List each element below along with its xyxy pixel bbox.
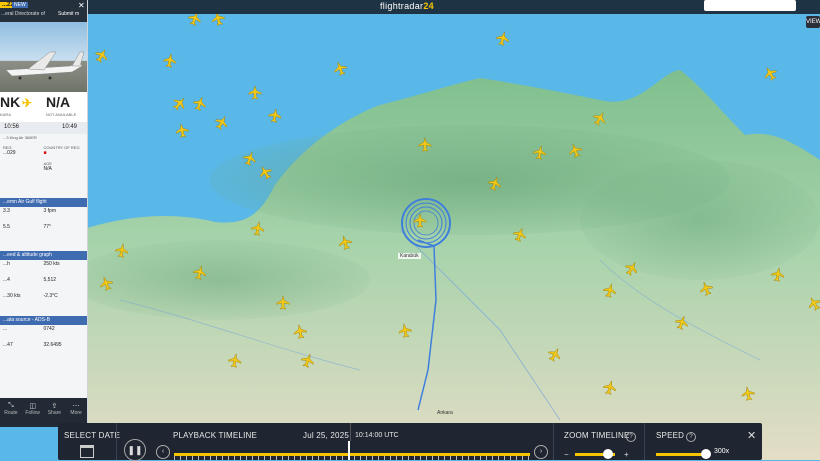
departure-time: 10:56 bbox=[4, 124, 20, 130]
submit-link[interactable]: Submit m bbox=[58, 11, 79, 17]
timeline-track[interactable] bbox=[174, 453, 530, 456]
arrival-time: 10:49 bbox=[62, 124, 78, 130]
operator-name: ...eral Directorate of bbox=[1, 11, 45, 17]
kv-row-1: 3.3 3 fpm bbox=[3, 208, 57, 214]
help-icon[interactable]: ? bbox=[626, 432, 636, 442]
playback-time: 10:14:00 UTC bbox=[355, 432, 399, 439]
divider bbox=[644, 423, 645, 460]
origin-code: NK bbox=[0, 94, 21, 110]
search-input[interactable] bbox=[704, 0, 796, 11]
speed-value: 300x bbox=[714, 448, 730, 455]
timeline-ticks bbox=[174, 456, 530, 460]
timeline-cursor[interactable] bbox=[348, 441, 351, 460]
registration-row: REG ...029 COUNTRY OF REG ■ bbox=[3, 145, 80, 156]
playback-bar: SELECT DATE ❚❚ PLAYBACK TIMELINE Jul 25,… bbox=[58, 423, 762, 461]
city-label-center: Karabük bbox=[398, 253, 421, 259]
brand-logo[interactable]: flightradar24 bbox=[380, 1, 434, 11]
footer-follow-button[interactable]: ◫ Follow bbox=[22, 398, 44, 427]
flight-times: 10:56 10:49 bbox=[0, 122, 87, 134]
airplane-icon: ✈ bbox=[22, 96, 33, 110]
section-data-source[interactable]: ...ata source - ADS-B bbox=[0, 316, 87, 325]
footer-route-button[interactable]: ⤡ Route bbox=[0, 398, 22, 427]
origin-name: KARA bbox=[0, 112, 11, 117]
zoom-out-icon[interactable]: − bbox=[564, 450, 569, 459]
divider bbox=[116, 423, 117, 460]
section-speed-altitude[interactable]: ...eed & altitude graph bbox=[0, 251, 87, 260]
speed-knob[interactable] bbox=[701, 449, 711, 459]
pause-button[interactable]: ❚❚ bbox=[124, 439, 146, 461]
timeline-next-icon[interactable]: › bbox=[534, 445, 548, 459]
destination-name: NOT AVAILABLE bbox=[46, 112, 77, 117]
help-icon[interactable]: ? bbox=[686, 432, 696, 442]
map-view[interactable] bbox=[0, 0, 820, 460]
aircraft-photo[interactable] bbox=[0, 22, 87, 92]
close-icon[interactable]: ✕ bbox=[78, 1, 85, 10]
calendar-icon[interactable] bbox=[80, 445, 94, 458]
zoom-knob[interactable] bbox=[603, 449, 613, 459]
age-row: AGE N/A bbox=[43, 161, 52, 172]
new-badge: NEW bbox=[12, 2, 28, 8]
kv-row-4: ...4 5,512 bbox=[3, 277, 57, 283]
route-summary: NK ✈ N/A KARA NOT AVAILABLE bbox=[0, 92, 87, 122]
speed-label: SPEED bbox=[656, 431, 685, 440]
zoom-timeline-label: ZOOM TIMELINE bbox=[564, 431, 630, 440]
select-date-label: SELECT DATE bbox=[64, 431, 121, 440]
flight-info-panel: ...22 NEW ...eral Directorate of Submit … bbox=[0, 0, 88, 427]
destination-code: N/A bbox=[46, 94, 71, 110]
view-button[interactable]: VIEW bbox=[806, 16, 820, 28]
panel-header: ...22 NEW ...eral Directorate of Submit … bbox=[0, 0, 87, 22]
section-flight[interactable]: ...emn Air Gulf flight bbox=[0, 198, 87, 207]
playback-timeline-label: PLAYBACK TIMELINE bbox=[173, 431, 258, 440]
timeline-prev-icon[interactable]: ‹ bbox=[156, 445, 170, 459]
kv-row-3: ...h 250 kts bbox=[3, 261, 60, 267]
kv-row-2: 5.5 77° bbox=[3, 224, 52, 230]
top-bar: flightradar24 bbox=[0, 0, 820, 14]
close-icon[interactable]: ✕ bbox=[747, 429, 756, 442]
zoom-in-icon[interactable]: + bbox=[624, 450, 629, 459]
kv-row-5: ...30 kts -2.3°C bbox=[3, 293, 58, 299]
city-label-south: Ankara bbox=[437, 410, 453, 416]
aircraft-type: ...3 King Air 360ER bbox=[3, 135, 37, 140]
divider bbox=[553, 423, 554, 460]
divider bbox=[350, 423, 351, 441]
kv-row-7: ...47 32.6495 bbox=[3, 342, 62, 348]
kv-row-6: ... 0742 bbox=[3, 326, 55, 332]
playback-date: Jul 25, 2025 bbox=[303, 431, 349, 440]
